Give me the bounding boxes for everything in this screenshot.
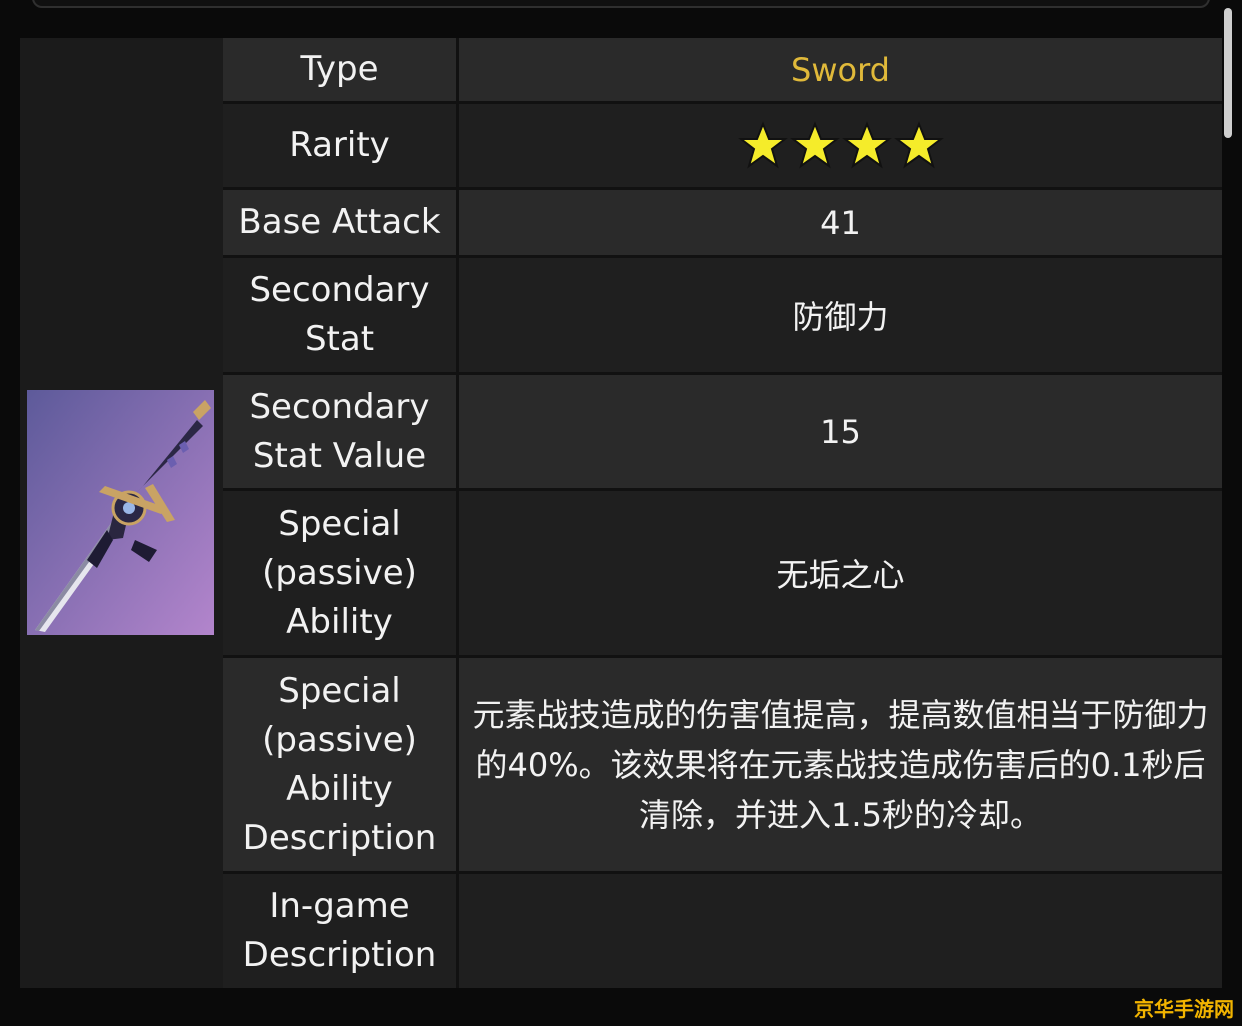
special-ability-value: 无垢之心 — [459, 491, 1222, 655]
base-attack-value: 41 — [459, 190, 1222, 255]
table-row-rarity: Rarity — [223, 104, 1222, 190]
star-icon — [841, 120, 892, 168]
rarity-stars — [737, 120, 944, 171]
special-ability-description-label: Special (passive) Ability Description — [223, 658, 459, 871]
table-row-special-ability-description: Special (passive) Ability Description 元素… — [223, 658, 1222, 874]
star-icon — [893, 120, 944, 168]
weapon-stats-table: Type Sword Rarity Base Attack 41 Seconda… — [223, 38, 1222, 988]
in-game-description-value — [459, 874, 1222, 988]
table-row-special-ability: Special (passive) Ability 无垢之心 — [223, 491, 1222, 658]
scrollbar[interactable] — [1224, 8, 1232, 138]
star-icon — [789, 120, 840, 168]
star-icon — [737, 120, 788, 168]
base-attack-label: Base Attack — [223, 190, 459, 255]
table-row-in-game-description: In-game Description — [223, 874, 1222, 988]
secondary-stat-value-value: 15 — [459, 375, 1222, 488]
table-row-secondary-stat: Secondary Stat 防御力 — [223, 258, 1222, 375]
type-label: Type — [223, 38, 459, 101]
type-value[interactable]: Sword — [459, 38, 1222, 101]
table-row-base-attack: Base Attack 41 — [223, 190, 1222, 258]
special-ability-label: Special (passive) Ability — [223, 491, 459, 655]
weapon-sword-image — [27, 390, 214, 635]
rarity-label: Rarity — [223, 104, 459, 187]
weapon-image-cell — [20, 38, 220, 988]
secondary-stat-label: Secondary Stat — [223, 258, 459, 372]
table-row-type: Type Sword — [223, 38, 1222, 104]
top-panel-edge — [32, 0, 1210, 8]
secondary-stat-value: 防御力 — [459, 258, 1222, 372]
table-row-secondary-stat-value: Secondary Stat Value 15 — [223, 375, 1222, 491]
rarity-value — [459, 104, 1222, 187]
special-ability-description-value: 元素战技造成的伤害值提高，提高数值相当于防御力的40%。该效果将在元素战技造成伤… — [459, 658, 1222, 871]
in-game-description-label: In-game Description — [223, 874, 459, 988]
watermark-text: 京华手游网 — [1134, 997, 1234, 1021]
weapon-info-card: Type Sword Rarity Base Attack 41 Seconda… — [20, 38, 1222, 988]
secondary-stat-value-label: Secondary Stat Value — [223, 375, 459, 488]
